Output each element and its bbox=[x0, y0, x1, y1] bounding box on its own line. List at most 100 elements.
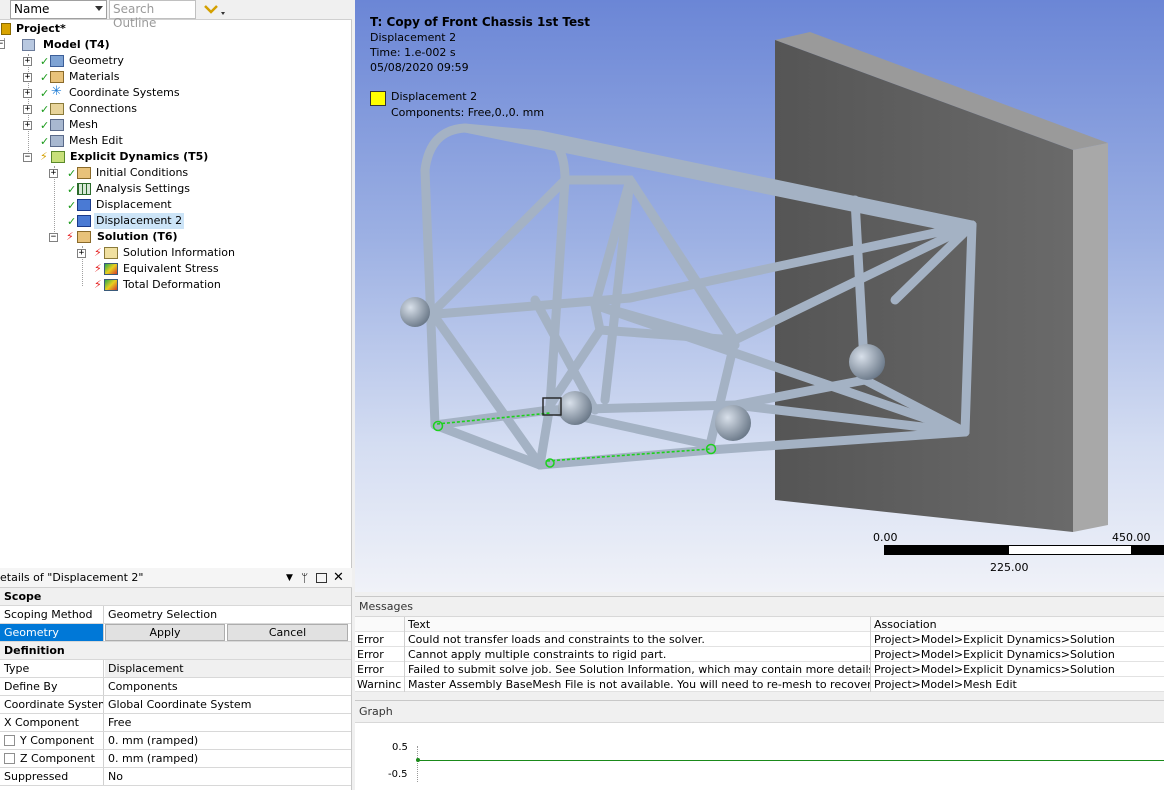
association-column-header[interactable]: Association bbox=[872, 617, 1164, 632]
graph-series-point bbox=[416, 758, 420, 762]
y-component-value[interactable]: 0. mm (ramped) bbox=[105, 732, 351, 749]
coordinate-system-row[interactable]: Coordinate System Global Coordinate Syst… bbox=[0, 696, 351, 714]
type-value[interactable]: Displacement bbox=[105, 660, 351, 677]
joint-sphere bbox=[849, 344, 885, 380]
tree-item-connections[interactable]: + ✓ Connections bbox=[0, 101, 352, 117]
pin-icon[interactable]: ᛘ bbox=[301, 568, 308, 588]
scoping-method-row[interactable]: Scoping Method Geometry Selection bbox=[0, 606, 351, 624]
expand-icon[interactable]: + bbox=[23, 57, 32, 66]
name-filter-select[interactable]: Name bbox=[10, 0, 107, 19]
tree-item-displacement-2[interactable]: ✓ Displacement 2 bbox=[0, 213, 352, 229]
messages-title: Messages bbox=[359, 600, 413, 613]
filter-dropdown-icon[interactable] bbox=[203, 2, 227, 18]
project-icon bbox=[1, 23, 11, 35]
tree-item-solution-information[interactable]: + ⚡ Solution Information bbox=[0, 245, 352, 261]
collapse-icon[interactable]: − bbox=[49, 233, 58, 242]
y-component-row[interactable]: Y Component 0. mm (ramped) bbox=[0, 732, 351, 750]
tree-item-label: Connections bbox=[69, 102, 137, 115]
check-icon: ✓ bbox=[67, 199, 77, 212]
graph-title: Graph bbox=[359, 705, 393, 718]
displacement-icon bbox=[77, 199, 91, 211]
z-component-value[interactable]: 0. mm (ramped) bbox=[105, 750, 351, 767]
message-type: Warninc bbox=[355, 677, 405, 692]
coordinate-system-label: Coordinate System bbox=[0, 696, 104, 713]
close-icon[interactable]: ✕ bbox=[333, 568, 344, 588]
type-row[interactable]: Type Displacement bbox=[0, 660, 351, 678]
expand-icon[interactable]: + bbox=[23, 121, 32, 130]
scale-mid-label: 225.00 bbox=[990, 561, 1029, 574]
expand-icon[interactable]: + bbox=[23, 89, 32, 98]
tree-item-analysis-settings[interactable]: ✓ Analysis Settings bbox=[0, 181, 352, 197]
tree-item-label: Mesh Edit bbox=[69, 134, 123, 147]
z-component-row[interactable]: Z Component 0. mm (ramped) bbox=[0, 750, 351, 768]
define-by-row[interactable]: Define By Components bbox=[0, 678, 351, 696]
expand-icon[interactable]: + bbox=[23, 105, 32, 114]
search-outline-input[interactable]: Search Outline bbox=[109, 0, 196, 30]
collapse-icon[interactable]: − bbox=[23, 153, 32, 162]
x-component-value[interactable]: Free bbox=[105, 714, 351, 731]
tree-item-mesh[interactable]: + ✓ Mesh bbox=[0, 117, 352, 133]
definition-category[interactable]: Definition bbox=[0, 642, 351, 660]
message-row[interactable]: Error Could not transfer loads and const… bbox=[355, 632, 1164, 647]
chassis-model-view[interactable] bbox=[355, 0, 1164, 592]
cancel-button[interactable]: Cancel bbox=[227, 624, 348, 641]
solution-icon bbox=[77, 231, 91, 243]
lightning-icon: ⚡ bbox=[40, 150, 48, 163]
type-column-header[interactable] bbox=[355, 617, 405, 632]
tree-item-initial-conditions[interactable]: + ✓ Initial Conditions bbox=[0, 165, 352, 181]
tree-item-explicit-dynamics[interactable]: − ⚡ Explicit Dynamics (T5) bbox=[0, 149, 352, 165]
suppressed-row[interactable]: Suppressed No bbox=[0, 768, 351, 786]
analysis-settings-icon bbox=[77, 183, 91, 195]
lightning-icon: ⚡ bbox=[94, 246, 102, 259]
dropdown-icon[interactable]: ▼ bbox=[286, 568, 293, 588]
message-row[interactable]: Error Cannot apply multiple constraints … bbox=[355, 647, 1164, 662]
messages-panel: Messages Text Association Error Could no… bbox=[355, 596, 1164, 692]
details-title: etails of "Displacement 2" bbox=[0, 571, 144, 584]
solution-information-icon bbox=[104, 247, 118, 259]
lightning-icon: ⚡ bbox=[94, 262, 102, 275]
expand-icon[interactable]: + bbox=[77, 249, 86, 258]
tree-item-geometry[interactable]: + ✓ Geometry bbox=[0, 53, 352, 69]
suppressed-label: Suppressed bbox=[0, 768, 104, 785]
message-text: Failed to submit solve job. See Solution… bbox=[408, 662, 871, 677]
message-row[interactable]: Error Failed to submit solve job. See So… bbox=[355, 662, 1164, 677]
text-column-header[interactable]: Text bbox=[406, 617, 871, 632]
z-component-checkbox[interactable] bbox=[4, 753, 15, 764]
tree-item-mesh-edit[interactable]: ✓ Mesh Edit bbox=[0, 133, 352, 149]
tree-item-total-deformation[interactable]: ⚡ Total Deformation bbox=[0, 277, 352, 293]
tree-item-label: Equivalent Stress bbox=[123, 262, 219, 275]
graph-y-bottom-label: -0.5 bbox=[388, 769, 408, 780]
check-icon: ✓ bbox=[40, 119, 50, 132]
tree-item-solution[interactable]: − ⚡ Solution (T6) bbox=[0, 229, 352, 245]
apply-button[interactable]: Apply bbox=[105, 624, 225, 641]
check-icon: ✓ bbox=[40, 87, 50, 100]
geometry-row[interactable]: Geometry Apply Cancel bbox=[0, 624, 351, 642]
message-type: Error bbox=[355, 647, 405, 662]
expand-icon[interactable]: + bbox=[49, 169, 58, 178]
tree-item-model[interactable]: − Model (T4) bbox=[0, 37, 352, 53]
coordinate-system-value[interactable]: Global Coordinate System bbox=[105, 696, 351, 713]
tree-item-coordinate-systems[interactable]: + ✓ ✳ Coordinate Systems bbox=[0, 85, 352, 101]
message-type: Error bbox=[355, 632, 405, 647]
maximize-icon[interactable] bbox=[316, 573, 327, 583]
define-by-value[interactable]: Components bbox=[105, 678, 351, 695]
tree-item-equivalent-stress[interactable]: ⚡ Equivalent Stress bbox=[0, 261, 352, 277]
collapse-icon[interactable]: − bbox=[0, 40, 5, 49]
scope-category[interactable]: Scope bbox=[0, 588, 351, 606]
graph-y-top-label: 0.5 bbox=[392, 742, 408, 753]
y-component-checkbox[interactable] bbox=[4, 735, 15, 746]
y-component-key: Y Component bbox=[0, 732, 104, 749]
tree-item-materials[interactable]: + ✓ Materials bbox=[0, 69, 352, 85]
x-component-row[interactable]: X Component Free bbox=[0, 714, 351, 732]
graphics-viewport[interactable]: T: Copy of Front Chassis 1st Test Displa… bbox=[355, 0, 1164, 592]
check-icon: ✓ bbox=[40, 135, 50, 148]
message-row[interactable]: Warninc Master Assembly BaseMesh File is… bbox=[355, 677, 1164, 692]
message-text: Master Assembly BaseMesh File is not ava… bbox=[408, 677, 871, 692]
tree-item-displacement[interactable]: ✓ Displacement bbox=[0, 197, 352, 213]
graph-panel: Graph 0.5 -0.5 bbox=[355, 700, 1164, 790]
scoping-method-value[interactable]: Geometry Selection bbox=[105, 606, 351, 623]
message-text: Could not transfer loads and constraints… bbox=[406, 632, 871, 647]
expand-icon[interactable]: + bbox=[23, 73, 32, 82]
suppressed-value[interactable]: No bbox=[105, 768, 351, 785]
tree-item-project[interactable]: Project* bbox=[0, 21, 352, 37]
